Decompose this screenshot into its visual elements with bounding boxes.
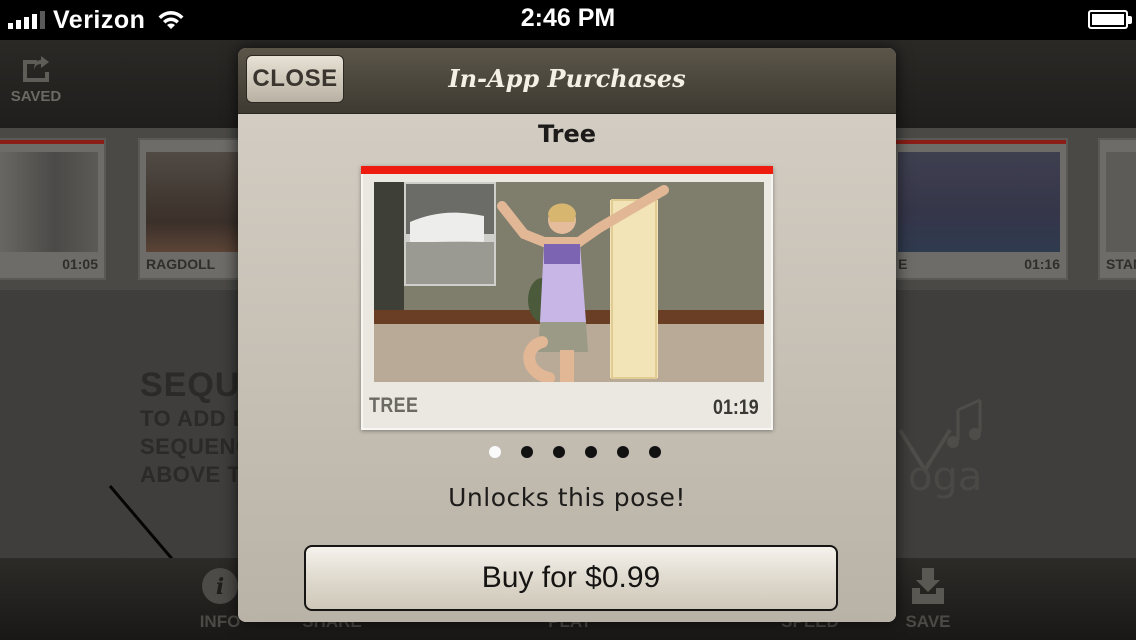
strip-item[interactable]: STAN: [1098, 138, 1136, 280]
pose-thumbnail: [0, 152, 98, 252]
svg-text:i: i: [216, 574, 224, 600]
pose-card[interactable]: TREE 01:19: [361, 166, 773, 430]
in-app-purchase-dialog: CLOSE In-App Purchases Tree TREE 01:19 U…: [238, 48, 896, 622]
svg-text:oga: oga: [908, 454, 982, 500]
strip-item-label: RAGDOLL: [146, 256, 216, 272]
dialog-title: In-App Purchases: [448, 64, 686, 93]
pose-photo: [374, 182, 764, 382]
buy-button[interactable]: Buy for $0.99: [304, 545, 838, 611]
strip-item[interactable]: E 01:16: [890, 138, 1068, 280]
saved-icon: [23, 56, 49, 82]
card-pose-label: TREE: [369, 394, 419, 417]
yoga-logo-icon: oga: [898, 398, 982, 500]
page-dot[interactable]: [552, 446, 565, 458]
saved-label: SAVED: [10, 88, 62, 105]
battery-icon: [1088, 10, 1132, 29]
strip-item-duration: 01:05: [62, 256, 98, 272]
signal-strength-icon: [8, 11, 45, 29]
pose-thumbnail: [1106, 152, 1136, 252]
save-icon: [912, 568, 944, 604]
carrier-name: Verizon: [53, 5, 146, 34]
page-dot[interactable]: [616, 446, 629, 458]
strip-item-label: E: [898, 256, 908, 272]
strip-item-label: STAN: [1106, 256, 1136, 272]
strip-item-duration: 01:16: [1024, 256, 1060, 272]
page-dot[interactable]: [520, 446, 533, 458]
saved-button[interactable]: SAVED: [8, 54, 64, 114]
card-accent-bar: [361, 166, 773, 174]
wifi-icon: [158, 11, 184, 29]
unlock-description: Unlocks this pose!: [448, 483, 686, 512]
status-bar: Verizon 2:46 PM: [0, 0, 1136, 40]
pose-thumbnail: [898, 152, 1060, 252]
pose-name: Tree: [537, 120, 597, 148]
dialog-header: CLOSE In-App Purchases: [238, 48, 896, 114]
strip-item[interactable]: 01:05: [0, 138, 106, 280]
page-dot[interactable]: [584, 446, 597, 458]
page-dot[interactable]: [648, 446, 661, 458]
card-duration: 01:19: [713, 396, 759, 419]
page-dot[interactable]: [488, 446, 501, 458]
info-icon: i: [202, 568, 238, 604]
page-indicator[interactable]: [238, 446, 896, 458]
